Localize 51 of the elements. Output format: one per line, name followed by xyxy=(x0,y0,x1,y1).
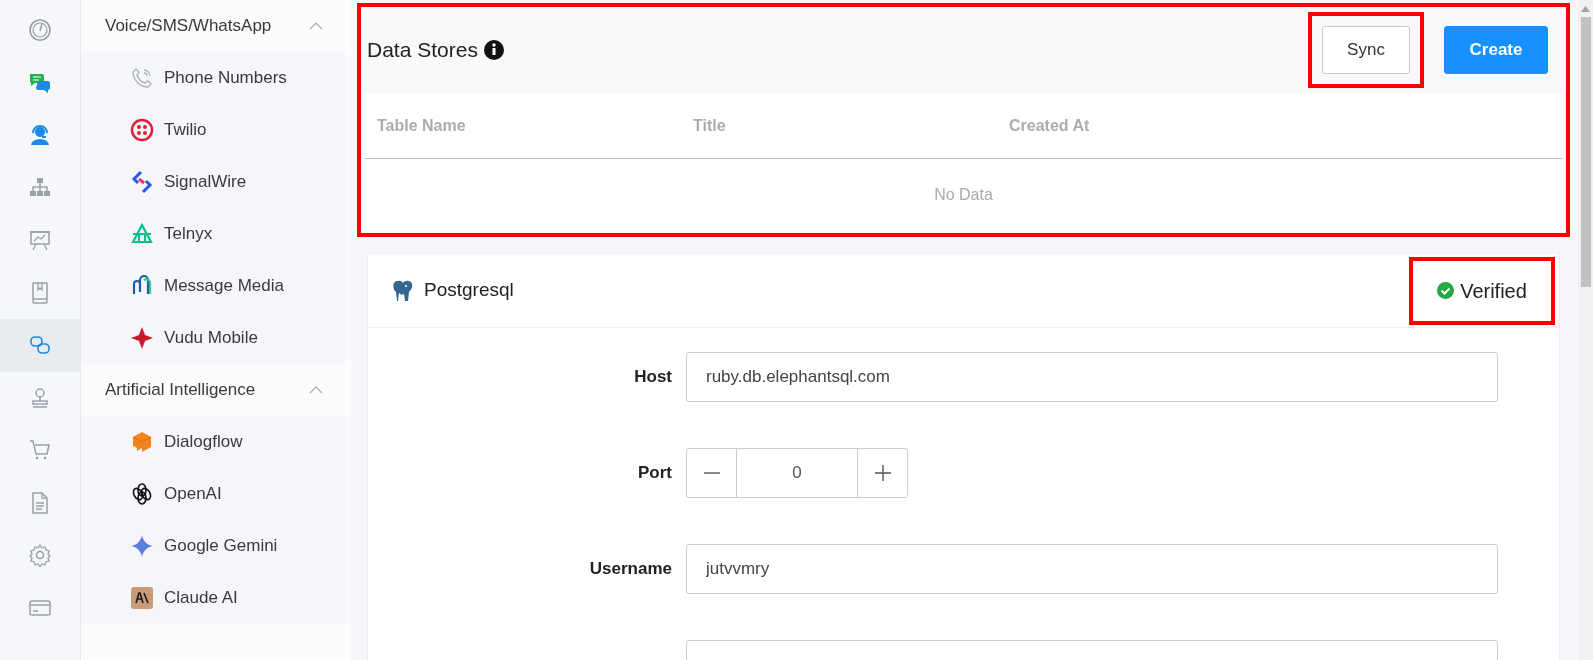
group-title: Artificial Intelligence xyxy=(105,379,256,402)
scrollbar[interactable] xyxy=(1578,0,1593,660)
column-header: Created At xyxy=(1009,115,1091,136)
sidebar-item[interactable]: Google Gemini xyxy=(81,520,345,572)
sidebar-item[interactable]: Telnyx xyxy=(81,208,345,260)
scrollbar-thumb[interactable] xyxy=(1580,17,1591,287)
telnyx-logo-icon xyxy=(130,222,154,246)
plus-icon xyxy=(874,465,891,481)
field-label: Username xyxy=(589,559,672,579)
scroll-up-arrow-icon[interactable] xyxy=(1581,6,1590,12)
signalwire-logo-icon xyxy=(130,170,154,194)
settings-icon xyxy=(28,543,52,568)
twilio-logo-icon xyxy=(130,118,154,142)
sidebar-item[interactable]: SignalWire xyxy=(81,156,345,208)
sidebar-item[interactable]: Message Media xyxy=(81,260,345,312)
column-header: Title xyxy=(693,115,727,136)
number-input[interactable]: 0 xyxy=(737,449,857,497)
input-field[interactable]: jutvvmry xyxy=(686,544,1498,594)
sidebar-item[interactable]: Vudu Mobile xyxy=(81,312,345,364)
gauge-icon xyxy=(28,18,52,43)
info-icon[interactable] xyxy=(483,40,504,60)
sidebar-item[interactable]: Claude AI xyxy=(81,572,345,624)
field-label: Port xyxy=(638,463,672,483)
gemini-star-icon xyxy=(130,534,154,558)
number-stepper[interactable]: 0 xyxy=(686,448,908,498)
nav-item[interactable] xyxy=(0,319,80,372)
group-title: Voice/SMS/WhatsApp xyxy=(105,15,272,38)
claude-logo-icon xyxy=(130,586,154,610)
minus-icon xyxy=(703,472,720,474)
support-agent-icon xyxy=(28,123,52,148)
phone-icon xyxy=(130,66,154,90)
sidebar-item[interactable]: OpenAI xyxy=(81,468,345,520)
caret-icon xyxy=(309,22,323,30)
status-label: Verified xyxy=(1460,278,1527,304)
sidebar-item[interactable]: Phone Numbers xyxy=(81,52,345,104)
four-point-star-icon xyxy=(130,326,154,350)
presentation-chart-icon xyxy=(28,228,52,253)
caret-icon xyxy=(309,386,323,394)
sidebar-item[interactable]: Dialogflow xyxy=(81,416,345,468)
cube-speech-bubble-icon xyxy=(130,430,154,454)
elephant-logo-icon xyxy=(392,278,414,303)
column-header: Table Name xyxy=(377,115,467,136)
check-circle-icon xyxy=(1437,282,1455,299)
input-field[interactable]: ruby.db.elephantsql.com xyxy=(686,352,1498,402)
field-label: Host xyxy=(634,367,672,387)
panel-title: Data Stores xyxy=(367,37,478,64)
card-title: Postgresql xyxy=(424,278,514,303)
sync-button[interactable]: Sync xyxy=(1322,26,1410,74)
knot-logo-icon xyxy=(130,482,154,506)
sidebar-item[interactable]: Twilio xyxy=(81,104,345,156)
empty-state-text: No Data xyxy=(934,185,993,205)
